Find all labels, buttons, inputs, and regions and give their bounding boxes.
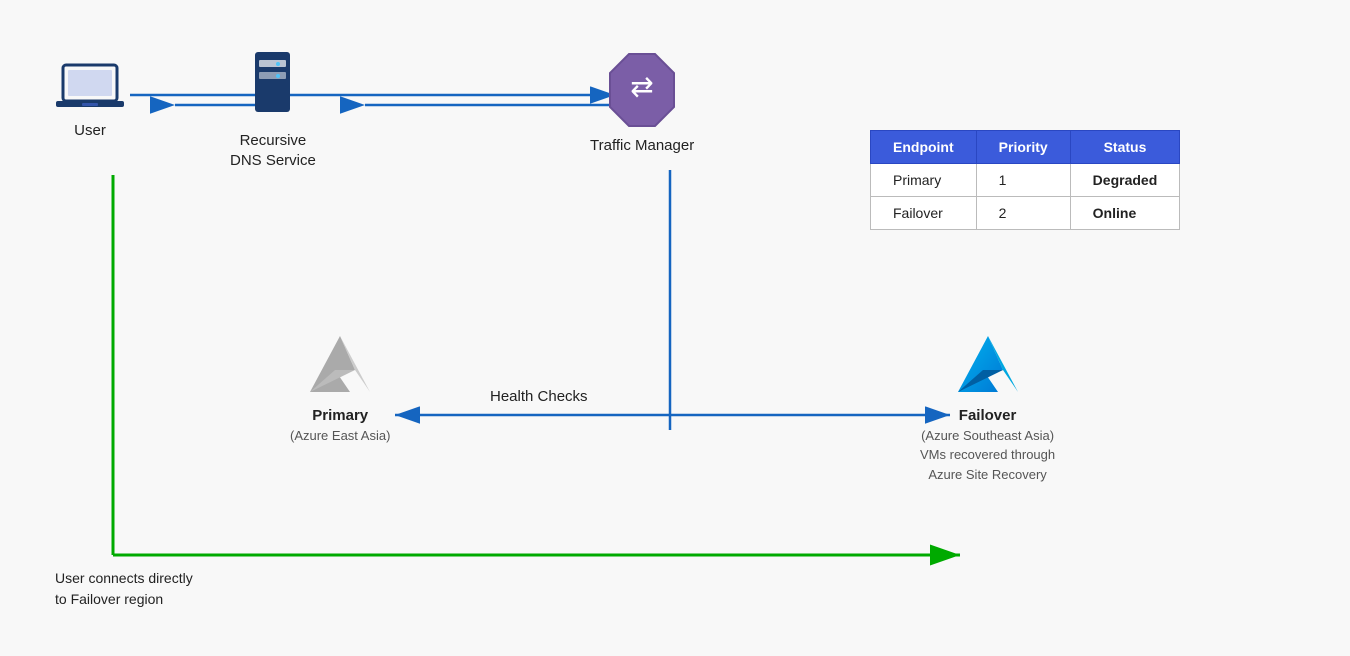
diagram: Traffic Manager (blue arrow pointing rig… [0,0,1350,656]
failover-azure-svg [948,330,1028,400]
tm-svg: ⇄ [602,50,682,130]
user-label: User [74,121,106,141]
tm-label: Traffic Manager [590,136,694,156]
dns-label: RecursiveDNS Service [230,131,316,170]
tm-icon-group: ⇄ Traffic Manager [590,50,694,156]
col-priority: Priority [976,131,1070,164]
dns-icon-group: RecursiveDNS Service [230,50,316,170]
status-degraded: Degraded [1070,164,1180,197]
primary-label: Primary (Azure East Asia) [290,406,390,445]
table-row: Primary 1 Degraded [871,164,1180,197]
col-endpoint: Endpoint [871,131,977,164]
user-icon-group: User [55,60,125,141]
laptop-svg [55,60,125,115]
status-online: Online [1070,197,1180,230]
table-row: Failover 2 Online [871,197,1180,230]
endpoint-failover: Failover [871,197,977,230]
primary-icon-group: Primary (Azure East Asia) [290,330,390,445]
failover-label: Failover (Azure Southeast Asia)VMs recov… [920,406,1055,484]
svg-text:⇄: ⇄ [630,71,653,102]
priority-2: 2 [976,197,1070,230]
failover-icon-group: Failover (Azure Southeast Asia)VMs recov… [920,330,1055,484]
user-connects-label: User connects directlyto Failover region [55,568,193,610]
primary-azure-svg [300,330,380,400]
endpoint-table: Endpoint Priority Status Primary 1 Degra… [870,130,1180,230]
col-status: Status [1070,131,1180,164]
priority-1: 1 [976,164,1070,197]
endpoint-primary: Primary [871,164,977,197]
health-checks-label: Health Checks [490,388,588,405]
dns-svg [240,50,305,125]
